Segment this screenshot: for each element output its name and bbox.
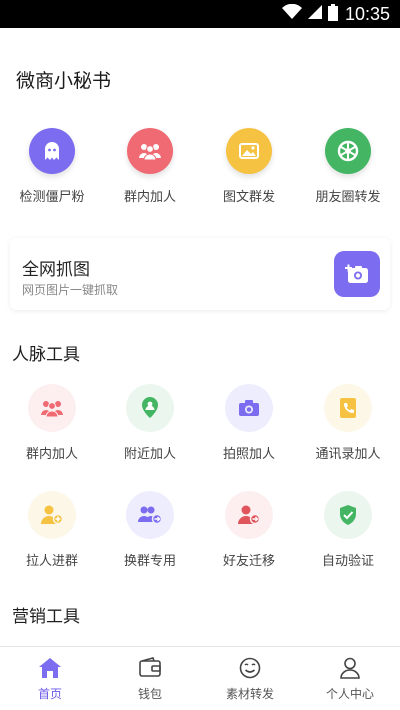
tab-label: 钱包 [137, 687, 162, 701]
signal-icon [307, 4, 323, 24]
action-label: 检测僵尸粉 [19, 190, 85, 205]
phone-book-icon [324, 384, 372, 432]
card-subtitle: 网页图片一键抓取 [22, 283, 119, 297]
swap-group-icon [126, 491, 174, 539]
status-bar: 10:35 [0, 0, 400, 28]
battery-icon [327, 3, 338, 25]
action-label: 群内加人 [123, 190, 176, 205]
tab-wallet[interactable]: 钱包 [100, 647, 200, 710]
wallet-icon [139, 657, 161, 677]
tab-label: 个人中心 [325, 687, 374, 701]
action-detect-zombie-fans[interactable]: 检测僵尸粉 [2, 128, 102, 205]
tool-friend-transfer[interactable]: 好友迁移 [199, 491, 299, 569]
section-title-contacts: 人脉工具 [12, 345, 80, 365]
tool-swap-group[interactable]: 换群专用 [100, 491, 200, 569]
tool-contacts-add[interactable]: 通讯录加人 [298, 384, 398, 462]
status-time: 10:35 [344, 4, 390, 24]
tab-home[interactable]: 首页 [0, 647, 100, 710]
person-icon [340, 657, 360, 679]
tool-label: 自动验证 [321, 554, 374, 569]
wifi-icon [281, 3, 302, 24]
bottom-tab-bar: 首页 钱包 素材转发 个人中心 [0, 646, 400, 710]
add-person-icon [28, 491, 76, 539]
tab-label: 素材转发 [225, 687, 274, 701]
card-title: 全网抓图 [22, 260, 90, 280]
action-image-broadcast[interactable]: 图文群发 [199, 128, 299, 205]
add-camera-icon[interactable] [334, 251, 380, 297]
tool-auto-verify[interactable]: 自动验证 [298, 491, 398, 569]
group-icon [127, 128, 173, 174]
transfer-person-icon [225, 491, 273, 539]
tab-material-forward[interactable]: 素材转发 [200, 647, 300, 710]
tool-label: 通讯录加人 [315, 447, 381, 462]
action-moments-forward[interactable]: 朋友圈转发 [298, 128, 398, 205]
tool-group-add[interactable]: 群内加人 [2, 384, 102, 462]
tool-invite-to-group[interactable]: 拉人进群 [2, 491, 102, 569]
image-icon [226, 128, 272, 174]
section-title-marketing: 营销工具 [12, 607, 80, 627]
contacts-tools-grid: 群内加人 附近加人 拍照加人 通讯录加人 拉人进群 换群专用 好友迁移 自动验证 [0, 384, 400, 594]
tool-label: 好友迁移 [222, 554, 275, 569]
face-icon [239, 657, 261, 679]
action-group-add[interactable]: 群内加人 [100, 128, 200, 205]
tool-label: 附近加人 [123, 447, 176, 462]
tool-nearby-add[interactable]: 附近加人 [100, 384, 200, 462]
tab-profile[interactable]: 个人中心 [300, 647, 400, 710]
aperture-icon [325, 128, 371, 174]
tool-label: 换群专用 [123, 554, 176, 569]
group-icon [28, 384, 76, 432]
page-title: 微商小秘书 [16, 70, 112, 92]
location-person-icon [126, 384, 174, 432]
shield-check-icon [324, 491, 372, 539]
tool-label: 拍照加人 [222, 447, 275, 462]
action-label: 朋友圈转发 [315, 190, 381, 205]
status-icons: 10:35 [281, 3, 390, 25]
home-icon [39, 658, 61, 678]
web-image-grab-card[interactable]: 全网抓图 网页图片一键抓取 [10, 238, 390, 310]
ghost-icon [29, 128, 75, 174]
tab-label: 首页 [37, 687, 62, 701]
camera-icon [225, 384, 273, 432]
top-actions: 检测僵尸粉 群内加人 图文群发 朋友圈转发 [0, 128, 400, 212]
tool-photo-add[interactable]: 拍照加人 [199, 384, 299, 462]
tool-label: 群内加人 [25, 447, 78, 462]
action-label: 图文群发 [222, 190, 275, 205]
tool-label: 拉人进群 [25, 554, 78, 569]
